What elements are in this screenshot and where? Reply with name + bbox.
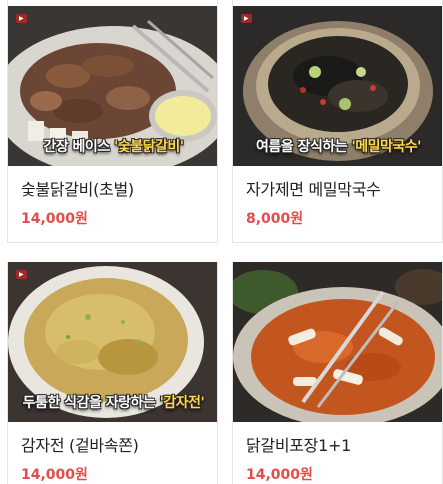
product-card-chicken-takeout[interactable]: 닭갈비포장1+1 14,000원 (232, 262, 443, 484)
product-price: 8,000원 (246, 211, 304, 227)
channel-badge: ▶ (16, 270, 27, 279)
product-price: 14,000원 (21, 211, 88, 227)
image-caption: 두툼한 식감을 자랑하는 '감자전' (22, 395, 205, 411)
product-name[interactable]: 닭갈비포장1+1 (246, 432, 429, 456)
spicy-chicken-takeout-image (233, 262, 442, 422)
product-card-buckwheat-noodles[interactable]: ▶ 여름을 장식하는 '메밀막국수' 자가제면 메밀막국수 8,000원 (232, 0, 443, 243)
product-info: 닭갈비포장1+1 14,000원 (233, 432, 442, 484)
product-grid: ▶ 간장 베이스 '숯불닭갈비' 숯불닭갈비(초벌) 14,000원 ▶ 여름을… (0, 0, 443, 484)
product-name[interactable]: 숯불닭갈비(초벌) (21, 176, 204, 200)
image-caption: 간장 베이스 '숯불닭갈비' (43, 139, 184, 155)
product-info: 자가제면 메밀막국수 8,000원 (233, 176, 442, 228)
product-info: 감자전 (겉바속쫀) 14,000원 (8, 432, 217, 484)
channel-badge: ▶ (241, 14, 252, 23)
product-name[interactable]: 자가제면 메밀막국수 (246, 176, 429, 200)
product-name[interactable]: 감자전 (겉바속쫀) (21, 432, 204, 456)
product-price: 14,000원 (21, 467, 88, 483)
product-card-potato-pancake[interactable]: ▶ 두툼한 식감을 자랑하는 '감자전' 감자전 (겉바속쫀) 14,000원 (7, 262, 218, 484)
product-image-chicken-takeout[interactable] (233, 262, 442, 422)
channel-badge: ▶ (16, 14, 27, 23)
product-image-grilled-chicken[interactable]: ▶ 간장 베이스 '숯불닭갈비' (8, 6, 217, 166)
product-card-grilled-chicken[interactable]: ▶ 간장 베이스 '숯불닭갈비' 숯불닭갈비(초벌) 14,000원 (7, 0, 218, 243)
product-image-buckwheat-noodles[interactable]: ▶ 여름을 장식하는 '메밀막국수' (233, 6, 442, 166)
product-info: 숯불닭갈비(초벌) 14,000원 (8, 176, 217, 228)
product-price: 14,000원 (246, 467, 313, 483)
product-image-potato-pancake[interactable]: ▶ 두툼한 식감을 자랑하는 '감자전' (8, 262, 217, 422)
image-caption: 여름을 장식하는 '메밀막국수' (256, 139, 421, 155)
